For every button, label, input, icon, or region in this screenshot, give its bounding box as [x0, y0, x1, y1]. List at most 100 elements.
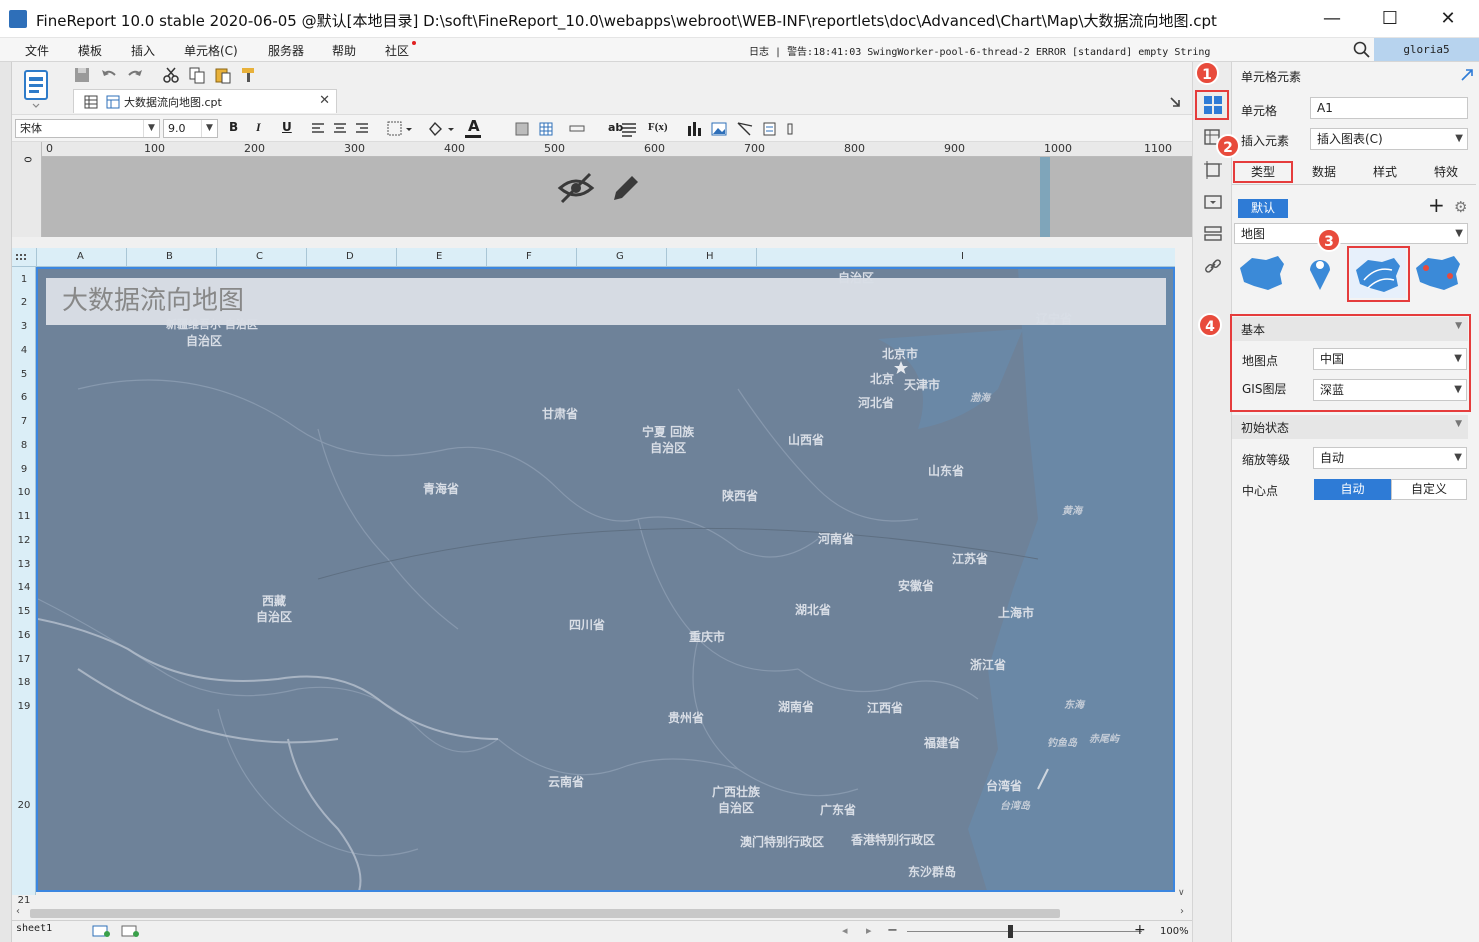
edit-pencil-icon[interactable]	[608, 170, 644, 206]
scroll-right-icon[interactable]: ›	[1180, 906, 1184, 917]
row-header-cell[interactable]: 11	[12, 511, 36, 522]
hide-icon[interactable]	[556, 168, 596, 208]
row-header-cell[interactable]: 2	[12, 297, 36, 308]
row-header-cell[interactable]: 10	[12, 487, 36, 498]
tab-data[interactable]: 数据	[1294, 162, 1354, 182]
expand-icon[interactable]	[1168, 95, 1182, 109]
add-sheet-icons[interactable]	[92, 924, 144, 938]
initial-section-header[interactable]: 初始状态 ▼	[1232, 415, 1468, 439]
col-header[interactable]: F	[526, 251, 532, 262]
row-header-cell[interactable]: 18	[12, 677, 36, 688]
row-header-cell[interactable]: 13	[12, 559, 36, 570]
row-header-cell[interactable]: 9	[12, 464, 36, 475]
undo-icon[interactable]	[100, 66, 118, 84]
col-header[interactable]: H	[706, 251, 714, 262]
page-next-icon[interactable]: ▸	[866, 924, 872, 937]
document-tab[interactable]: 大数据流向地图.cpt ✕	[73, 89, 337, 113]
col-header[interactable]: I	[961, 251, 964, 262]
menu-cell[interactable]: 单元格(C)	[184, 42, 238, 59]
scroll-down-icon[interactable]: ∨	[1178, 888, 1185, 898]
row-header-cell[interactable]: 6	[12, 392, 36, 403]
font-family-select[interactable]: 宋体 ▼	[15, 119, 160, 138]
paste-icon[interactable]	[214, 66, 232, 84]
zoom-level-select[interactable]: 自动 ▼	[1313, 447, 1467, 469]
horizontal-scroll-thumb[interactable]	[30, 909, 1060, 918]
fill-color-icon[interactable]	[426, 120, 456, 138]
new-template-button[interactable]	[16, 66, 56, 110]
map-type-heat[interactable]	[1410, 248, 1466, 298]
align-icons[interactable]	[310, 120, 380, 138]
row-header-cell[interactable]: 8	[12, 440, 36, 451]
minimize-button[interactable]: —	[1303, 0, 1361, 38]
menu-insert[interactable]: 插入	[131, 42, 155, 59]
italic-button[interactable]: I	[256, 120, 261, 135]
float-element-icon[interactable]	[1203, 160, 1223, 180]
zoom-out-button[interactable]: −	[887, 923, 898, 938]
sheet-tab[interactable]: sheet1	[16, 923, 52, 934]
chart-type-select[interactable]: 地图 ▼	[1234, 223, 1468, 244]
menu-help[interactable]: 帮助	[332, 42, 356, 59]
col-header[interactable]: D	[346, 251, 354, 262]
save-icon[interactable]	[73, 66, 91, 84]
copy-icon[interactable]	[188, 66, 206, 84]
insert-element-select[interactable]: 插入图表(C) ▼	[1310, 128, 1468, 150]
row-header-cell[interactable]: 3	[12, 321, 36, 332]
row-header-cell[interactable]: 1	[12, 274, 36, 285]
formula-button[interactable]: F(x)	[648, 121, 668, 133]
page-prev-icon[interactable]: ◂	[842, 924, 848, 937]
row-header-cell[interactable]: 15	[12, 606, 36, 617]
menu-server[interactable]: 服务器	[268, 42, 304, 59]
col-header[interactable]: B	[166, 251, 173, 262]
redo-icon[interactable]	[126, 66, 144, 84]
add-icon[interactable]: +	[1428, 195, 1445, 215]
row-header-cell[interactable]: 4	[12, 345, 36, 356]
default-button[interactable]: 默认	[1238, 199, 1288, 218]
col-header[interactable]: C	[256, 251, 263, 262]
row-header-cell[interactable]: 17	[12, 654, 36, 665]
cell-input[interactable]: A1	[1310, 97, 1468, 119]
row-header-cell[interactable]: 19	[12, 701, 36, 712]
log-label[interactable]: 日志	[749, 47, 769, 58]
row-header-cell[interactable]: 16	[12, 630, 36, 641]
border-icon[interactable]	[386, 120, 414, 138]
close-tab-icon[interactable]: ✕	[319, 93, 330, 108]
menu-community[interactable]: 社区	[385, 42, 409, 59]
scroll-left-icon[interactable]: ‹	[16, 906, 20, 917]
row-header-cell[interactable]: 5	[12, 369, 36, 380]
bold-button[interactable]: B	[229, 120, 238, 134]
hyperlink-icon[interactable]	[1203, 256, 1223, 276]
close-button[interactable]: ✕	[1419, 0, 1477, 38]
row-header-cell[interactable]: 14	[12, 582, 36, 593]
map-type-region[interactable]	[1234, 248, 1290, 298]
condition-attribute-icon[interactable]	[1203, 224, 1223, 244]
underline-button[interactable]: U	[282, 120, 292, 134]
menu-template[interactable]: 模板	[78, 42, 102, 59]
col-header[interactable]: E	[436, 251, 442, 262]
center-custom-button[interactable]: 自定义	[1391, 479, 1467, 500]
row-header-cell[interactable]: 20	[12, 800, 36, 811]
user-name[interactable]: gloria5	[1374, 38, 1479, 61]
widget-settings-icon[interactable]	[1203, 192, 1223, 212]
format-painter-icon[interactable]	[240, 66, 258, 84]
map-chart[interactable]: 大数据流向地图 新疆维吾尔 自治区 自治区 自治区 辽宁省 北京市 北京 天津市…	[36, 267, 1175, 892]
select-all-icon[interactable]	[16, 252, 28, 264]
tab-style[interactable]: 样式	[1355, 162, 1415, 182]
map-type-point[interactable]	[1292, 248, 1348, 298]
col-header[interactable]: A	[77, 251, 84, 262]
cut-icon[interactable]	[162, 66, 180, 84]
horizontal-scrollbar[interactable]: ‹ ›	[12, 905, 1192, 920]
center-auto-button[interactable]: 自动	[1314, 479, 1391, 500]
row-header-cell[interactable]: 7	[12, 416, 36, 427]
ab-button[interactable]: ab	[608, 121, 623, 134]
font-color-button[interactable]: A	[468, 117, 480, 135]
zoom-slider-thumb[interactable]	[1008, 925, 1013, 938]
menu-file[interactable]: 文件	[25, 42, 49, 59]
col-header[interactable]: G	[616, 251, 624, 262]
search-icon[interactable]	[1353, 41, 1371, 59]
font-size-select[interactable]: 9.0 ▼	[163, 119, 218, 138]
vertical-scrollbar[interactable]: ∨	[1175, 248, 1191, 910]
tab-effect[interactable]: 特效	[1416, 162, 1476, 182]
zoom-in-button[interactable]: +	[1134, 922, 1146, 938]
collapse-icon[interactable]	[1460, 68, 1474, 82]
gear-icon[interactable]: ⚙	[1454, 198, 1467, 216]
